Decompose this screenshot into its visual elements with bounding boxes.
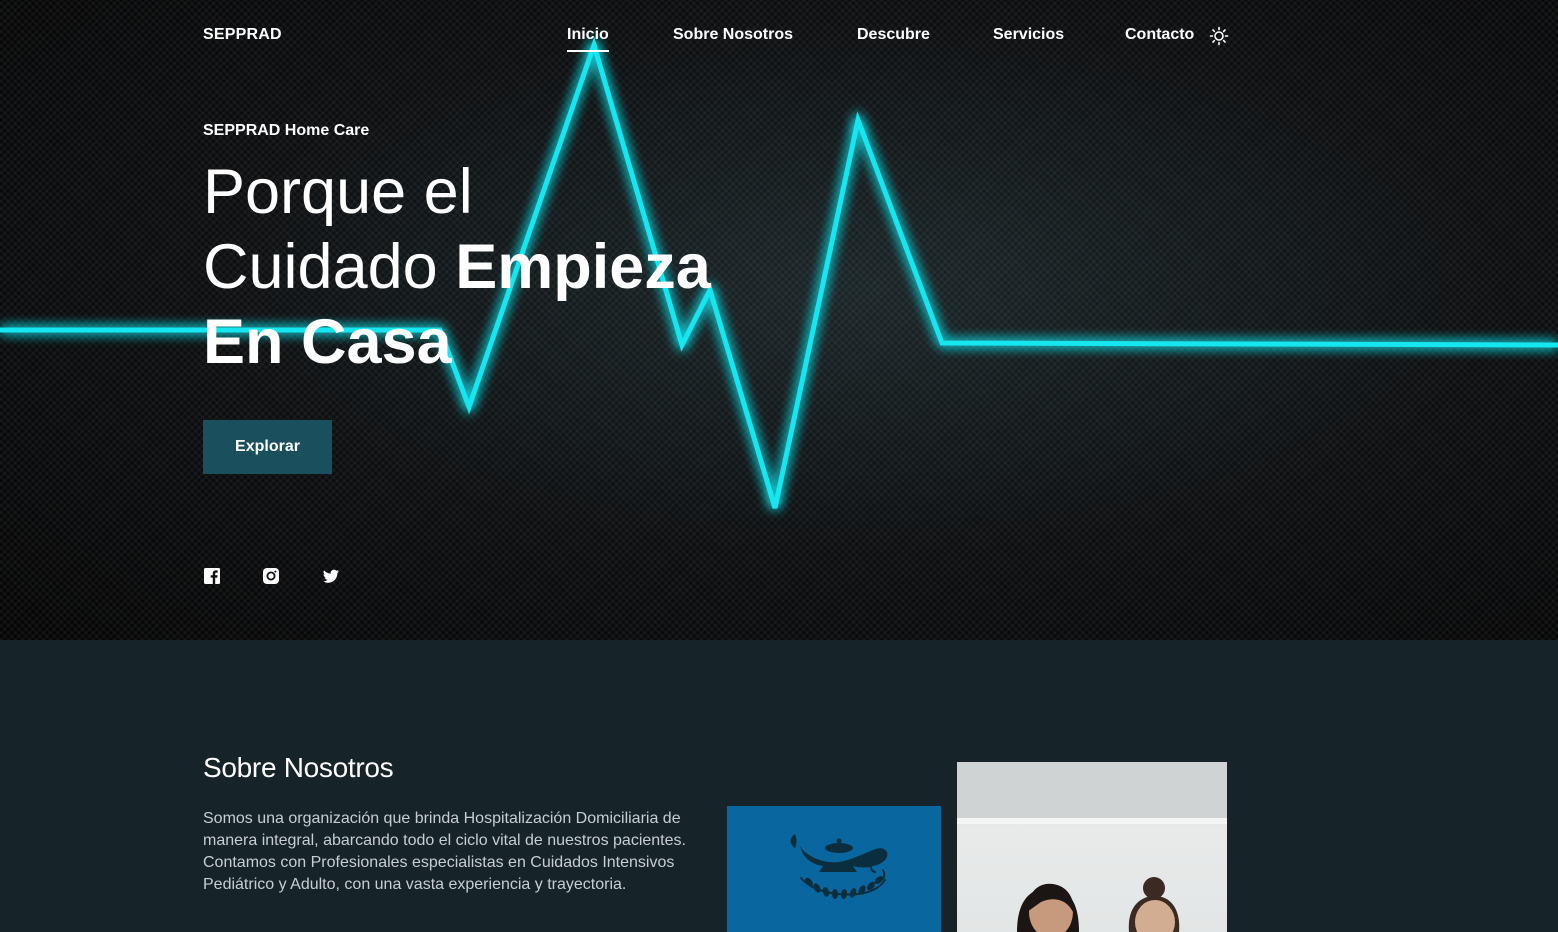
nurse-lamp-icon <box>790 834 888 899</box>
nav-link-inicio[interactable]: Inicio <box>567 26 609 52</box>
headline-line-3: En Casa <box>203 305 711 380</box>
instagram-icon[interactable] <box>262 567 280 585</box>
about-section: Sobre Nosotros Somos una organización qu… <box>0 640 1558 932</box>
hero-section: SEPPRAD Inicio Sobre Nosotros Descubre S… <box>0 0 1558 640</box>
top-navbar: SEPPRAD Inicio Sobre Nosotros Descubre S… <box>0 0 1558 72</box>
headline-bold-line: En Casa <box>203 307 452 377</box>
logo-card <box>727 806 941 932</box>
about-title: Sobre Nosotros <box>203 752 394 783</box>
caregivers-photo <box>957 762 1227 932</box>
headline-bold-word: Empieza <box>455 232 711 302</box>
nav-link-sobre-nosotros[interactable]: Sobre Nosotros <box>673 26 793 44</box>
explorar-button[interactable]: Explorar <box>203 420 332 474</box>
headline-light-word: Cuidado <box>203 232 456 302</box>
headline-line-1: Porque el <box>203 157 473 227</box>
nav-link-servicios[interactable]: Servicios <box>993 26 1064 44</box>
facebook-icon[interactable] <box>203 567 221 585</box>
nav-link-descubre[interactable]: Descubre <box>857 26 930 44</box>
nav-link-contacto[interactable]: Contacto <box>1125 26 1194 44</box>
brand-logo[interactable]: SEPPRAD <box>203 26 282 44</box>
twitter-icon[interactable] <box>322 567 340 585</box>
headline-line-2: Cuidado Empieza <box>203 230 711 305</box>
about-text: Somos una organización que brinda Hospit… <box>203 810 686 893</box>
caregivers-illustration <box>957 762 1227 932</box>
hero-headline: Porque el Cuidado Empieza En Casa <box>203 155 711 380</box>
hero-eyebrow: SEPPRAD Home Care <box>203 122 370 139</box>
sun-icon[interactable] <box>1209 26 1229 46</box>
